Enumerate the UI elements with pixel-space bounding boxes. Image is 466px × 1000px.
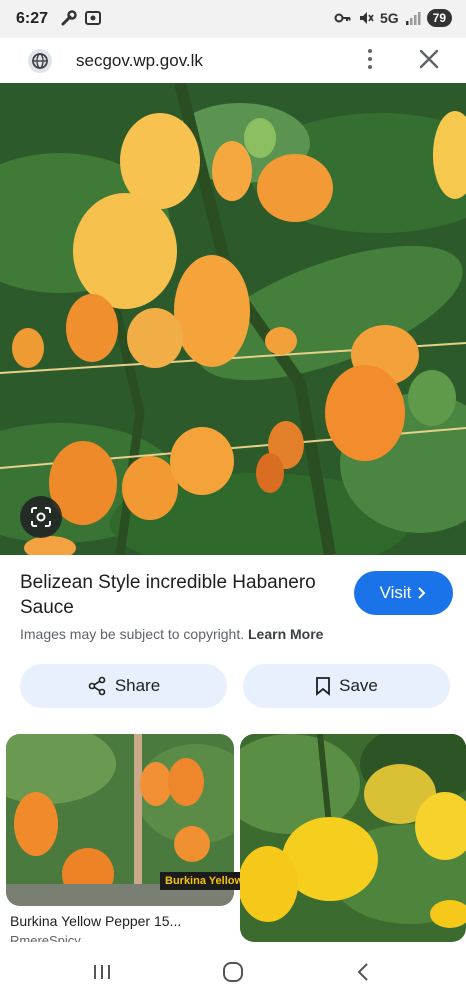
share-label: Share bbox=[114, 676, 161, 695]
more-options-icon[interactable] bbox=[360, 44, 380, 74]
copyright-notice: Images may be subject to copyright. Lear… bbox=[20, 626, 323, 642]
related-caption-1[interactable]: Burkina Yellow Pepper 15... bbox=[10, 913, 230, 929]
lens-search-button[interactable] bbox=[20, 496, 62, 538]
save-label: Save bbox=[339, 676, 378, 695]
image-overlay-label: Burkina Yellow bbox=[160, 872, 249, 890]
system-nav-bar bbox=[0, 944, 466, 1000]
lens-icon bbox=[31, 507, 51, 527]
status-left-icons bbox=[60, 9, 102, 27]
url-text[interactable]: secgov.wp.gov.lk bbox=[76, 51, 203, 71]
status-time: 6:27 bbox=[16, 10, 49, 27]
share-button[interactable]: Share bbox=[20, 664, 227, 708]
hero-image[interactable] bbox=[0, 83, 466, 555]
signal-icon bbox=[405, 12, 421, 25]
visit-label: Visit bbox=[379, 583, 412, 602]
share-icon bbox=[88, 676, 106, 696]
chevron-right-icon bbox=[418, 587, 426, 599]
key-icon bbox=[334, 13, 351, 23]
site-globe-icon[interactable] bbox=[28, 49, 52, 73]
back-icon[interactable] bbox=[352, 960, 376, 984]
recents-icon[interactable] bbox=[90, 960, 114, 984]
result-title[interactable]: Belizean Style incredible Habanero Sauce bbox=[20, 570, 340, 620]
learn-more-link[interactable]: Learn More bbox=[248, 626, 323, 642]
wrench-icon bbox=[61, 10, 77, 26]
bookmark-icon bbox=[316, 677, 331, 696]
status-bar: 6:27 5G 79 bbox=[0, 0, 466, 38]
visit-button[interactable]: Visit bbox=[354, 571, 453, 615]
screen-record-icon bbox=[85, 11, 101, 25]
related-image-2[interactable] bbox=[240, 734, 466, 942]
home-icon[interactable] bbox=[221, 960, 245, 984]
copyright-text: Images may be subject to copyright. bbox=[20, 626, 245, 642]
custom-tab-toolbar: secgov.wp.gov.lk bbox=[0, 38, 466, 82]
battery-level: 79 bbox=[426, 9, 452, 27]
network-type: 5G bbox=[379, 10, 399, 26]
mute-icon bbox=[359, 12, 374, 24]
status-right-group: 5G 79 bbox=[334, 9, 452, 27]
related-source-1: RmereSpicy bbox=[10, 933, 81, 942]
save-button[interactable]: Save bbox=[243, 664, 450, 708]
close-icon[interactable] bbox=[416, 46, 442, 72]
